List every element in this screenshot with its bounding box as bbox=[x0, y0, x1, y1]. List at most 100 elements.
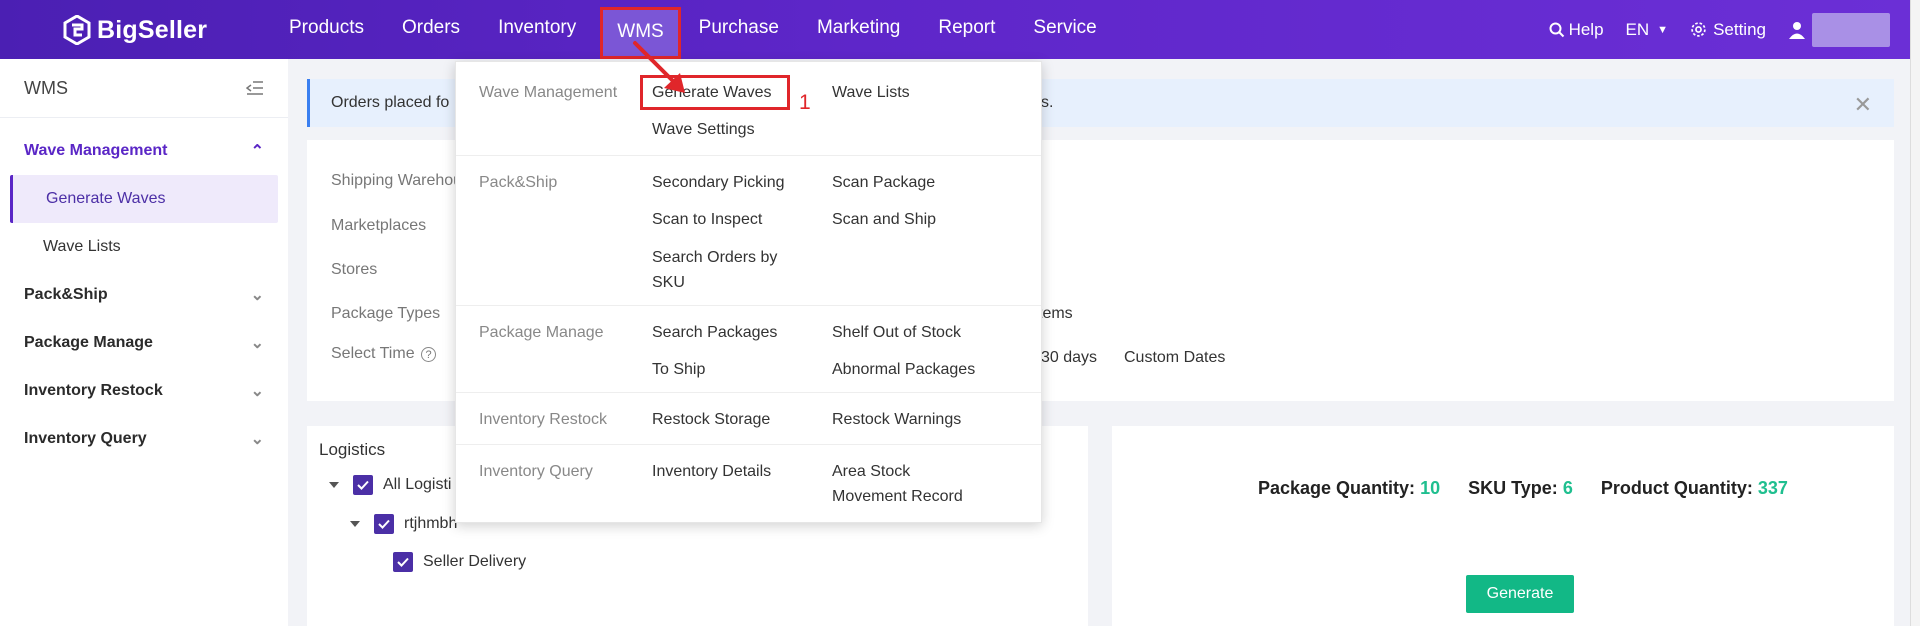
setting-label: Setting bbox=[1713, 19, 1766, 39]
generate-button[interactable]: Generate bbox=[1466, 575, 1574, 613]
page-scrollbar[interactable] bbox=[1910, 0, 1920, 626]
language-selector[interactable]: EN ▼ bbox=[1626, 20, 1669, 40]
filter-label-warehouse: Shipping Warehou bbox=[331, 172, 463, 189]
dropdown-link-search-packages[interactable]: Search Packages bbox=[652, 320, 777, 345]
checkbox-checked[interactable] bbox=[374, 514, 394, 534]
checkbox-checked[interactable] bbox=[393, 552, 413, 572]
sidebar-group-package-manage[interactable]: Package Manage ⌄ bbox=[0, 319, 288, 367]
bigseller-logo[interactable]: BigSeller bbox=[63, 14, 207, 46]
dropdown-category-label: Pack&Ship bbox=[479, 174, 558, 191]
nav-report[interactable]: Report bbox=[919, 0, 1014, 59]
link-line: Movement Record bbox=[832, 488, 963, 505]
checkbox-checked[interactable] bbox=[353, 475, 373, 495]
select-time-text: Select Time bbox=[331, 345, 415, 362]
sidebar-group-label: Inventory Restock bbox=[24, 382, 163, 399]
chevron-down-icon: ⌄ bbox=[250, 287, 264, 304]
dropdown-link-scan-to-inspect[interactable]: Scan to Inspect bbox=[652, 207, 762, 232]
nav-wms[interactable]: WMS bbox=[600, 7, 681, 59]
dropdown-link-restock-warnings[interactable]: Restock Warnings bbox=[832, 407, 961, 432]
main-nav: Products Orders Inventory WMS Purchase M… bbox=[270, 0, 1116, 59]
check-icon bbox=[397, 557, 409, 567]
dropdown-link-secondary-picking[interactable]: Secondary Picking bbox=[652, 170, 785, 195]
dropdown-link-to-ship[interactable]: To Ship bbox=[652, 357, 705, 382]
dropdown-category-label: Package Manage bbox=[479, 324, 604, 341]
chevron-down-icon: ⌄ bbox=[250, 335, 264, 352]
time-option-30-days[interactable]: 30 days bbox=[1041, 349, 1097, 367]
tree-row-rtjhmbh[interactable]: rtjhmbh bbox=[350, 514, 457, 534]
dropdown-link-area-stock-movement-record[interactable]: Area Stock Movement Record bbox=[832, 459, 963, 509]
sidebar-group-wave-management[interactable]: Wave Management ⌃ bbox=[0, 127, 288, 175]
nav-marketing[interactable]: Marketing bbox=[798, 0, 919, 59]
dropdown-section-package-manage: Package Manage Search Packages Shelf Out… bbox=[456, 306, 1041, 393]
tree-label: Seller Delivery bbox=[423, 553, 527, 570]
collapse-menu-icon[interactable] bbox=[246, 80, 264, 96]
sidebar-header: WMS bbox=[0, 59, 288, 118]
sidebar-item-generate-waves[interactable]: Generate Waves bbox=[10, 175, 278, 223]
setting-link[interactable]: Setting bbox=[1690, 20, 1766, 40]
dropdown-link-inventory-details[interactable]: Inventory Details bbox=[652, 459, 771, 484]
dropdown-link-search-orders-by-sku[interactable]: Search Orders by SKU bbox=[652, 245, 777, 295]
sidebar-group-inventory-restock[interactable]: Inventory Restock ⌄ bbox=[0, 367, 288, 415]
top-navigation-bar: BigSeller Products Orders Inventory WMS … bbox=[0, 0, 1910, 59]
notice-text-end: s. bbox=[1041, 94, 1054, 111]
wms-dropdown-menu: Wave Management Generate Waves Wave List… bbox=[455, 61, 1042, 523]
gear-icon bbox=[1691, 22, 1706, 37]
dropdown-link-wave-settings[interactable]: Wave Settings bbox=[652, 117, 755, 142]
sidebar-title: WMS bbox=[24, 77, 68, 98]
caret-down-icon[interactable] bbox=[329, 482, 339, 488]
user-menu[interactable] bbox=[1788, 12, 1890, 47]
nav-products[interactable]: Products bbox=[270, 0, 383, 59]
stat-value: 10 bbox=[1420, 478, 1441, 498]
logistics-title: Logistics bbox=[319, 440, 386, 459]
dropdown-link-abnormal-packages[interactable]: Abnormal Packages bbox=[832, 357, 975, 382]
link-line: SKU bbox=[652, 274, 685, 291]
package-quantity-stat: Package Quantity: 10 bbox=[1258, 478, 1440, 499]
filter-label-package-types: Package Types bbox=[331, 305, 441, 322]
search-icon bbox=[1549, 22, 1564, 37]
sku-type-stat: SKU Type: 6 bbox=[1468, 478, 1573, 499]
close-icon[interactable]: ✕ bbox=[1854, 92, 1872, 118]
wave-stats: Package Quantity: 10 SKU Type: 6 Product… bbox=[1258, 478, 1816, 499]
annotation-step-number: 1 bbox=[799, 91, 811, 114]
stat-value: 337 bbox=[1757, 478, 1788, 498]
dropdown-category-label: Wave Management bbox=[479, 84, 618, 101]
sidebar: WMS Wave Management ⌃ Generate Waves Wav… bbox=[0, 59, 288, 626]
stat-label: Product Quantity: bbox=[1600, 478, 1753, 498]
help-link[interactable]: Help bbox=[1549, 20, 1604, 40]
tree-row-all-logistics[interactable]: All Logisti bbox=[329, 475, 451, 495]
nav-service[interactable]: Service bbox=[1014, 0, 1115, 59]
logo-text: BigSeller bbox=[97, 15, 208, 44]
chevron-down-icon: ⌄ bbox=[250, 431, 264, 448]
sidebar-group-label: Wave Management bbox=[24, 142, 168, 159]
generate-panel: Package Quantity: 10 SKU Type: 6 Product… bbox=[1112, 426, 1894, 626]
chevron-down-icon: ⌄ bbox=[250, 383, 264, 400]
stat-label: SKU Type: bbox=[1468, 478, 1558, 498]
dropdown-section-pack-ship: Pack&Ship Secondary Picking Scan Package… bbox=[456, 156, 1041, 306]
avatar bbox=[1812, 12, 1890, 47]
filter-label-marketplaces: Marketplaces bbox=[331, 217, 427, 234]
nav-orders[interactable]: Orders bbox=[383, 0, 479, 59]
link-line: Search Orders by bbox=[652, 249, 778, 266]
nav-purchase[interactable]: Purchase bbox=[680, 0, 798, 59]
dropdown-link-scan-and-ship[interactable]: Scan and Ship bbox=[832, 207, 936, 232]
sidebar-group-pack-ship[interactable]: Pack&Ship ⌄ bbox=[0, 271, 288, 319]
sidebar-group-label: Pack&Ship bbox=[24, 286, 108, 303]
nav-inventory[interactable]: Inventory bbox=[479, 0, 595, 59]
tree-row-seller-delivery[interactable]: Seller Delivery bbox=[393, 552, 526, 572]
dropdown-link-restock-storage[interactable]: Restock Storage bbox=[652, 407, 770, 432]
sidebar-group-inventory-query[interactable]: Inventory Query ⌄ bbox=[0, 415, 288, 463]
package-type-option[interactable]: tems bbox=[1038, 305, 1073, 323]
top-right-actions: Help EN ▼ Setting bbox=[1527, 0, 1890, 59]
help-circle-icon[interactable]: ? bbox=[421, 347, 437, 362]
dropdown-link-shelf-out-of-stock[interactable]: Shelf Out of Stock bbox=[832, 320, 961, 345]
caret-down-icon[interactable] bbox=[350, 521, 360, 527]
sidebar-item-wave-lists[interactable]: Wave Lists bbox=[0, 223, 288, 271]
dropdown-link-wave-lists[interactable]: Wave Lists bbox=[832, 80, 910, 105]
dropdown-link-scan-package[interactable]: Scan Package bbox=[832, 170, 935, 195]
notice-text: Orders placed fo bbox=[331, 94, 450, 111]
tree-label: rtjhmbh bbox=[404, 515, 458, 532]
dropdown-category-label: Inventory Restock bbox=[479, 411, 608, 428]
sidebar-group-label: Package Manage bbox=[24, 334, 153, 351]
language-label: EN bbox=[1625, 19, 1650, 39]
time-option-custom[interactable]: Custom Dates bbox=[1124, 349, 1225, 367]
